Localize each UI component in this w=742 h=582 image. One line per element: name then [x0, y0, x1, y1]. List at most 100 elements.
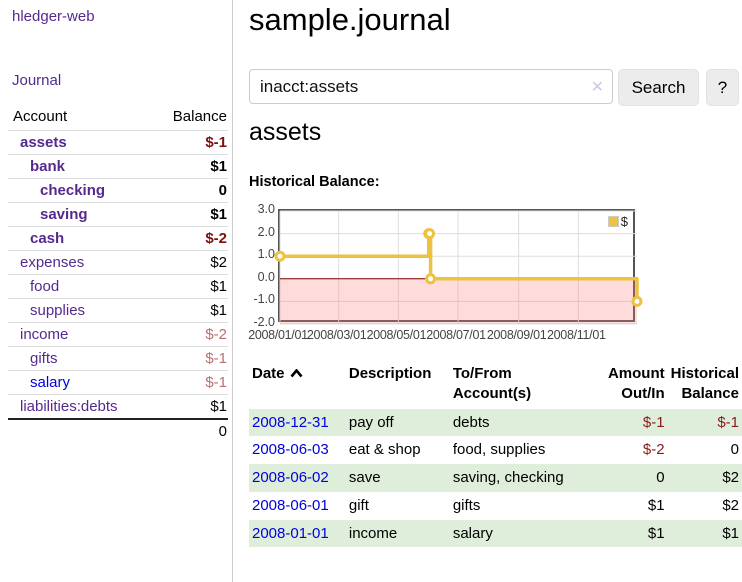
clear-search-icon[interactable]: ✕: [591, 77, 604, 97]
register-row: 2008-12-31pay offdebts$-1$-1: [249, 409, 742, 437]
account-link-cash[interactable]: cash: [30, 230, 64, 247]
register-description-cell: eat & shop: [346, 436, 450, 464]
register-header-balance: Historical Balance: [668, 360, 742, 409]
account-balance: $1: [150, 395, 228, 420]
legend-label: $: [621, 214, 628, 229]
register-accounts-cell: saving, checking: [450, 464, 596, 492]
y-axis-tick-label: 3.0: [249, 202, 275, 216]
register-header-amount: Amount Out/In: [596, 360, 668, 409]
account-row: food $1: [8, 275, 228, 299]
register-balance-cell: $2: [668, 492, 742, 520]
transaction-date-link[interactable]: 2008-01-01: [252, 525, 329, 542]
account-link-assets[interactable]: assets: [20, 134, 67, 151]
register-description-cell: save: [346, 464, 450, 492]
account-link-supplies[interactable]: supplies: [30, 302, 85, 319]
transaction-date-link[interactable]: 2008-12-31: [252, 414, 329, 431]
account-balance: $1: [150, 299, 228, 323]
register-row: 2008-06-02 savesaving, checking0$2: [249, 464, 742, 492]
account-row: gifts $-1: [8, 347, 228, 371]
register-amount-cell: $1: [596, 492, 668, 520]
sort-ascending-icon: [290, 364, 303, 384]
main-pane: sample.journal ✕ Search ? assets Histori…: [249, 0, 742, 38]
account-link-saving[interactable]: saving: [40, 206, 88, 223]
transaction-date-link[interactable]: 2008-06-01: [252, 497, 329, 514]
y-axis-tick-label: 1.0: [249, 247, 275, 261]
account-balance: $-2: [150, 323, 228, 347]
register-row: 2008-06-01 giftgifts$1$2: [249, 492, 742, 520]
help-button[interactable]: ?: [706, 69, 739, 106]
register-accounts-cell: food, supplies: [450, 436, 596, 464]
y-axis-tick-label: -2.0: [249, 315, 275, 329]
app-brand-link[interactable]: hledger-web: [12, 8, 95, 25]
accounts-total-balance: 0: [150, 419, 228, 443]
accounts-header-balance: Balance: [150, 105, 228, 131]
account-row: assets $-1: [8, 131, 228, 155]
y-axis-tick-label: 2.0: [249, 225, 275, 239]
y-axis-tick-label: 0.0: [249, 270, 275, 284]
accounts-table: Account Balance assets $-1 bank $1 checking 0…: [8, 105, 228, 443]
register-header-date[interactable]: Date: [249, 360, 346, 409]
search-button[interactable]: Search: [618, 69, 699, 106]
register-balance-cell: $2: [668, 464, 742, 492]
account-balance: $-1: [150, 131, 228, 155]
register-accounts-cell: debts: [450, 409, 596, 437]
account-balance: $-1: [150, 371, 228, 395]
accounts-total-row: 0: [8, 419, 228, 443]
register-description-cell: pay off: [346, 409, 450, 437]
account-row: expenses $2: [8, 251, 228, 275]
account-link-expenses[interactable]: expenses: [20, 254, 84, 271]
search-bar: ✕ Search ?: [249, 69, 742, 106]
account-link-checking[interactable]: checking: [40, 182, 105, 199]
accounts-header-account: Account: [8, 105, 150, 131]
account-row: saving $1: [8, 203, 228, 227]
account-balance: $-1: [150, 347, 228, 371]
account-balance: $-2: [150, 227, 228, 251]
legend-swatch-icon: [608, 216, 619, 227]
account-link-liabilities-debts[interactable]: liabilities:debts: [20, 398, 118, 415]
account-row: supplies $1: [8, 299, 228, 323]
chart-heading: Historical Balance:: [249, 174, 380, 190]
account-balance: $1: [150, 203, 228, 227]
register-date-cell: 2008-12-31: [249, 409, 346, 437]
register-balance-cell: $-1: [668, 409, 742, 437]
account-balance: $2: [150, 251, 228, 275]
transaction-date-link[interactable]: 2008-06-03: [252, 441, 329, 458]
sidebar-item-journal[interactable]: Journal: [12, 72, 61, 89]
register-header-accounts: To/From Account(s): [450, 360, 596, 409]
account-balance: 0: [150, 179, 228, 203]
register-accounts-cell: salary: [450, 520, 596, 548]
register-amount-cell: 0: [596, 464, 668, 492]
register-header-description: Description: [346, 360, 450, 409]
account-link-salary[interactable]: salary: [30, 374, 70, 391]
register-accounts-cell: gifts: [450, 492, 596, 520]
register-date-cell: 2008-01-01: [249, 520, 346, 548]
register-row: 2008-01-01incomesalary$1$1: [249, 520, 742, 548]
register-amount-cell: $-1: [596, 409, 668, 437]
historical-balance-chart: $ 3.02.01.00.0-1.0-2.02008/01/012008/03/…: [249, 204, 742, 346]
x-axis-tick-label: 2008/11/01: [540, 328, 612, 342]
y-axis-tick-label: -1.0: [249, 292, 275, 306]
account-balance: $1: [150, 155, 228, 179]
account-link-food[interactable]: food: [30, 278, 59, 295]
account-balance: $1: [150, 275, 228, 299]
register-amount-cell: $-2: [596, 436, 668, 464]
account-link-gifts[interactable]: gifts: [30, 350, 58, 367]
register-description-cell: gift: [346, 492, 450, 520]
register-date-cell: 2008-06-01: [249, 492, 346, 520]
register-row: 2008-06-03 eat & shopfood, supplies$-20: [249, 436, 742, 464]
register-date-cell: 2008-06-02: [249, 464, 346, 492]
register-balance-cell: 0: [668, 436, 742, 464]
chart-legend: $: [608, 214, 628, 229]
search-input[interactable]: [249, 69, 613, 104]
chart-plot-area[interactable]: $: [278, 209, 635, 322]
register-description-cell: income: [346, 520, 450, 548]
register-table: Date Description To/From Account(s) Amou…: [249, 360, 742, 547]
register-balance-cell: $1: [668, 520, 742, 548]
account-link-income[interactable]: income: [20, 326, 68, 343]
account-row: bank $1: [8, 155, 228, 179]
register-amount-cell: $1: [596, 520, 668, 548]
account-row: salary $-1: [8, 371, 228, 395]
transaction-date-link[interactable]: 2008-06-02: [252, 469, 329, 486]
account-row: checking 0: [8, 179, 228, 203]
account-link-bank[interactable]: bank: [30, 158, 65, 175]
